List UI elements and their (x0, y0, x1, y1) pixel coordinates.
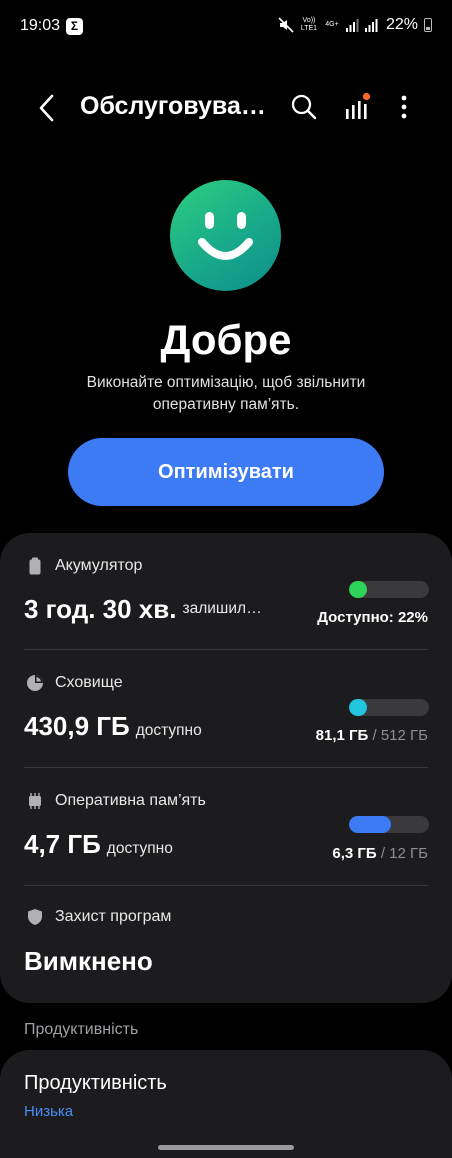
back-arrow-icon[interactable] (34, 92, 62, 124)
battery-level-bar (349, 581, 429, 598)
signal-icon (345, 18, 359, 32)
storage-usage-bar (349, 699, 429, 716)
page-title: Обслуговування пристрою (80, 92, 280, 120)
bar-chart-icon[interactable] (342, 92, 372, 122)
performance-value: Низька (24, 1103, 74, 1120)
device-care-screen: 19:03 Σ Vo)) LTE1 4G+ 22% Обслуговування… (0, 0, 452, 1158)
app-bar: Обслуговування пристрою (0, 78, 452, 138)
pie-chart-icon (27, 675, 43, 691)
storage-usage-text: 81,1 ГБ / 512 ГБ (315, 727, 428, 744)
battery-available-text: Доступно: 22% (317, 609, 428, 626)
ram-available-suffix: доступно (106, 840, 173, 857)
navigation-gesture-handle[interactable] (158, 1145, 294, 1150)
signal-icon (364, 18, 378, 32)
performance-item[interactable]: Продуктивність Низька (0, 1050, 452, 1158)
device-status-title: Добре (160, 316, 292, 363)
optimize-button[interactable]: Оптимізувати (68, 438, 384, 506)
storage-available: 430,9 ГБ доступно (24, 711, 202, 741)
storage-usage-fill (349, 699, 367, 716)
battery-icon (424, 18, 432, 32)
battery-level-fill (349, 581, 367, 598)
app-protection-label: Захист програм (55, 908, 172, 925)
battery-icon (29, 557, 41, 575)
ram-section[interactable]: Оперативна пам’ять 4,7 ГБ доступно 6,3 ГБ… (0, 768, 452, 885)
battery-remaining-suffix: залишилося (182, 600, 269, 617)
volte-indicator: Vo)) LTE1 (300, 17, 318, 32)
app-protection-status: Вимкнено (24, 946, 153, 976)
battery-percent: 22% (385, 16, 418, 33)
status-icons: Vo)) LTE1 4G+ 22% (278, 16, 432, 34)
notification-dot (362, 92, 371, 101)
ram-usage-fill (349, 816, 391, 833)
search-icon[interactable] (290, 93, 318, 121)
ram-available: 4,7 ГБ доступно (24, 829, 173, 859)
ram-label: Оперативна пам’ять (55, 792, 206, 809)
performance-title: Продуктивність (24, 1072, 167, 1094)
performance-section-header: Продуктивність (24, 1021, 139, 1038)
app-protection-section[interactable]: Захист програм Вимкнено (0, 886, 452, 1003)
battery-label: Акумулятор (55, 557, 143, 574)
app-notification-icon: Σ (66, 18, 83, 35)
storage-label: Сховище (55, 674, 123, 691)
memory-chip-icon (29, 793, 41, 809)
status-time: 19:03 (20, 17, 61, 34)
device-care-card: Акумулятор 3 год. 30 хв. залишилося Досту… (0, 533, 452, 1003)
ram-usage-bar (349, 816, 429, 833)
status-bar: 19:03 Σ Vo)) LTE1 4G+ 22% (0, 0, 452, 52)
status-smiley-icon (170, 180, 281, 291)
storage-section[interactable]: Сховище 430,9 ГБ доступно 81,1 ГБ / 512 Г… (0, 650, 452, 767)
battery-time-remaining: 3 год. 30 хв. залишилося (24, 594, 269, 624)
storage-available-suffix: доступно (135, 722, 202, 739)
mute-icon (278, 17, 294, 33)
battery-section[interactable]: Акумулятор 3 год. 30 хв. залишилося Досту… (0, 533, 452, 650)
more-vert-icon[interactable] (394, 93, 414, 121)
network-type-indicator: 4G+ (325, 21, 339, 28)
ram-usage-text: 6,3 ГБ / 12 ГБ (332, 845, 428, 862)
optimize-description: Виконайте оптимізацію, щоб звільнити опе… (86, 374, 366, 413)
shield-icon (28, 909, 42, 925)
